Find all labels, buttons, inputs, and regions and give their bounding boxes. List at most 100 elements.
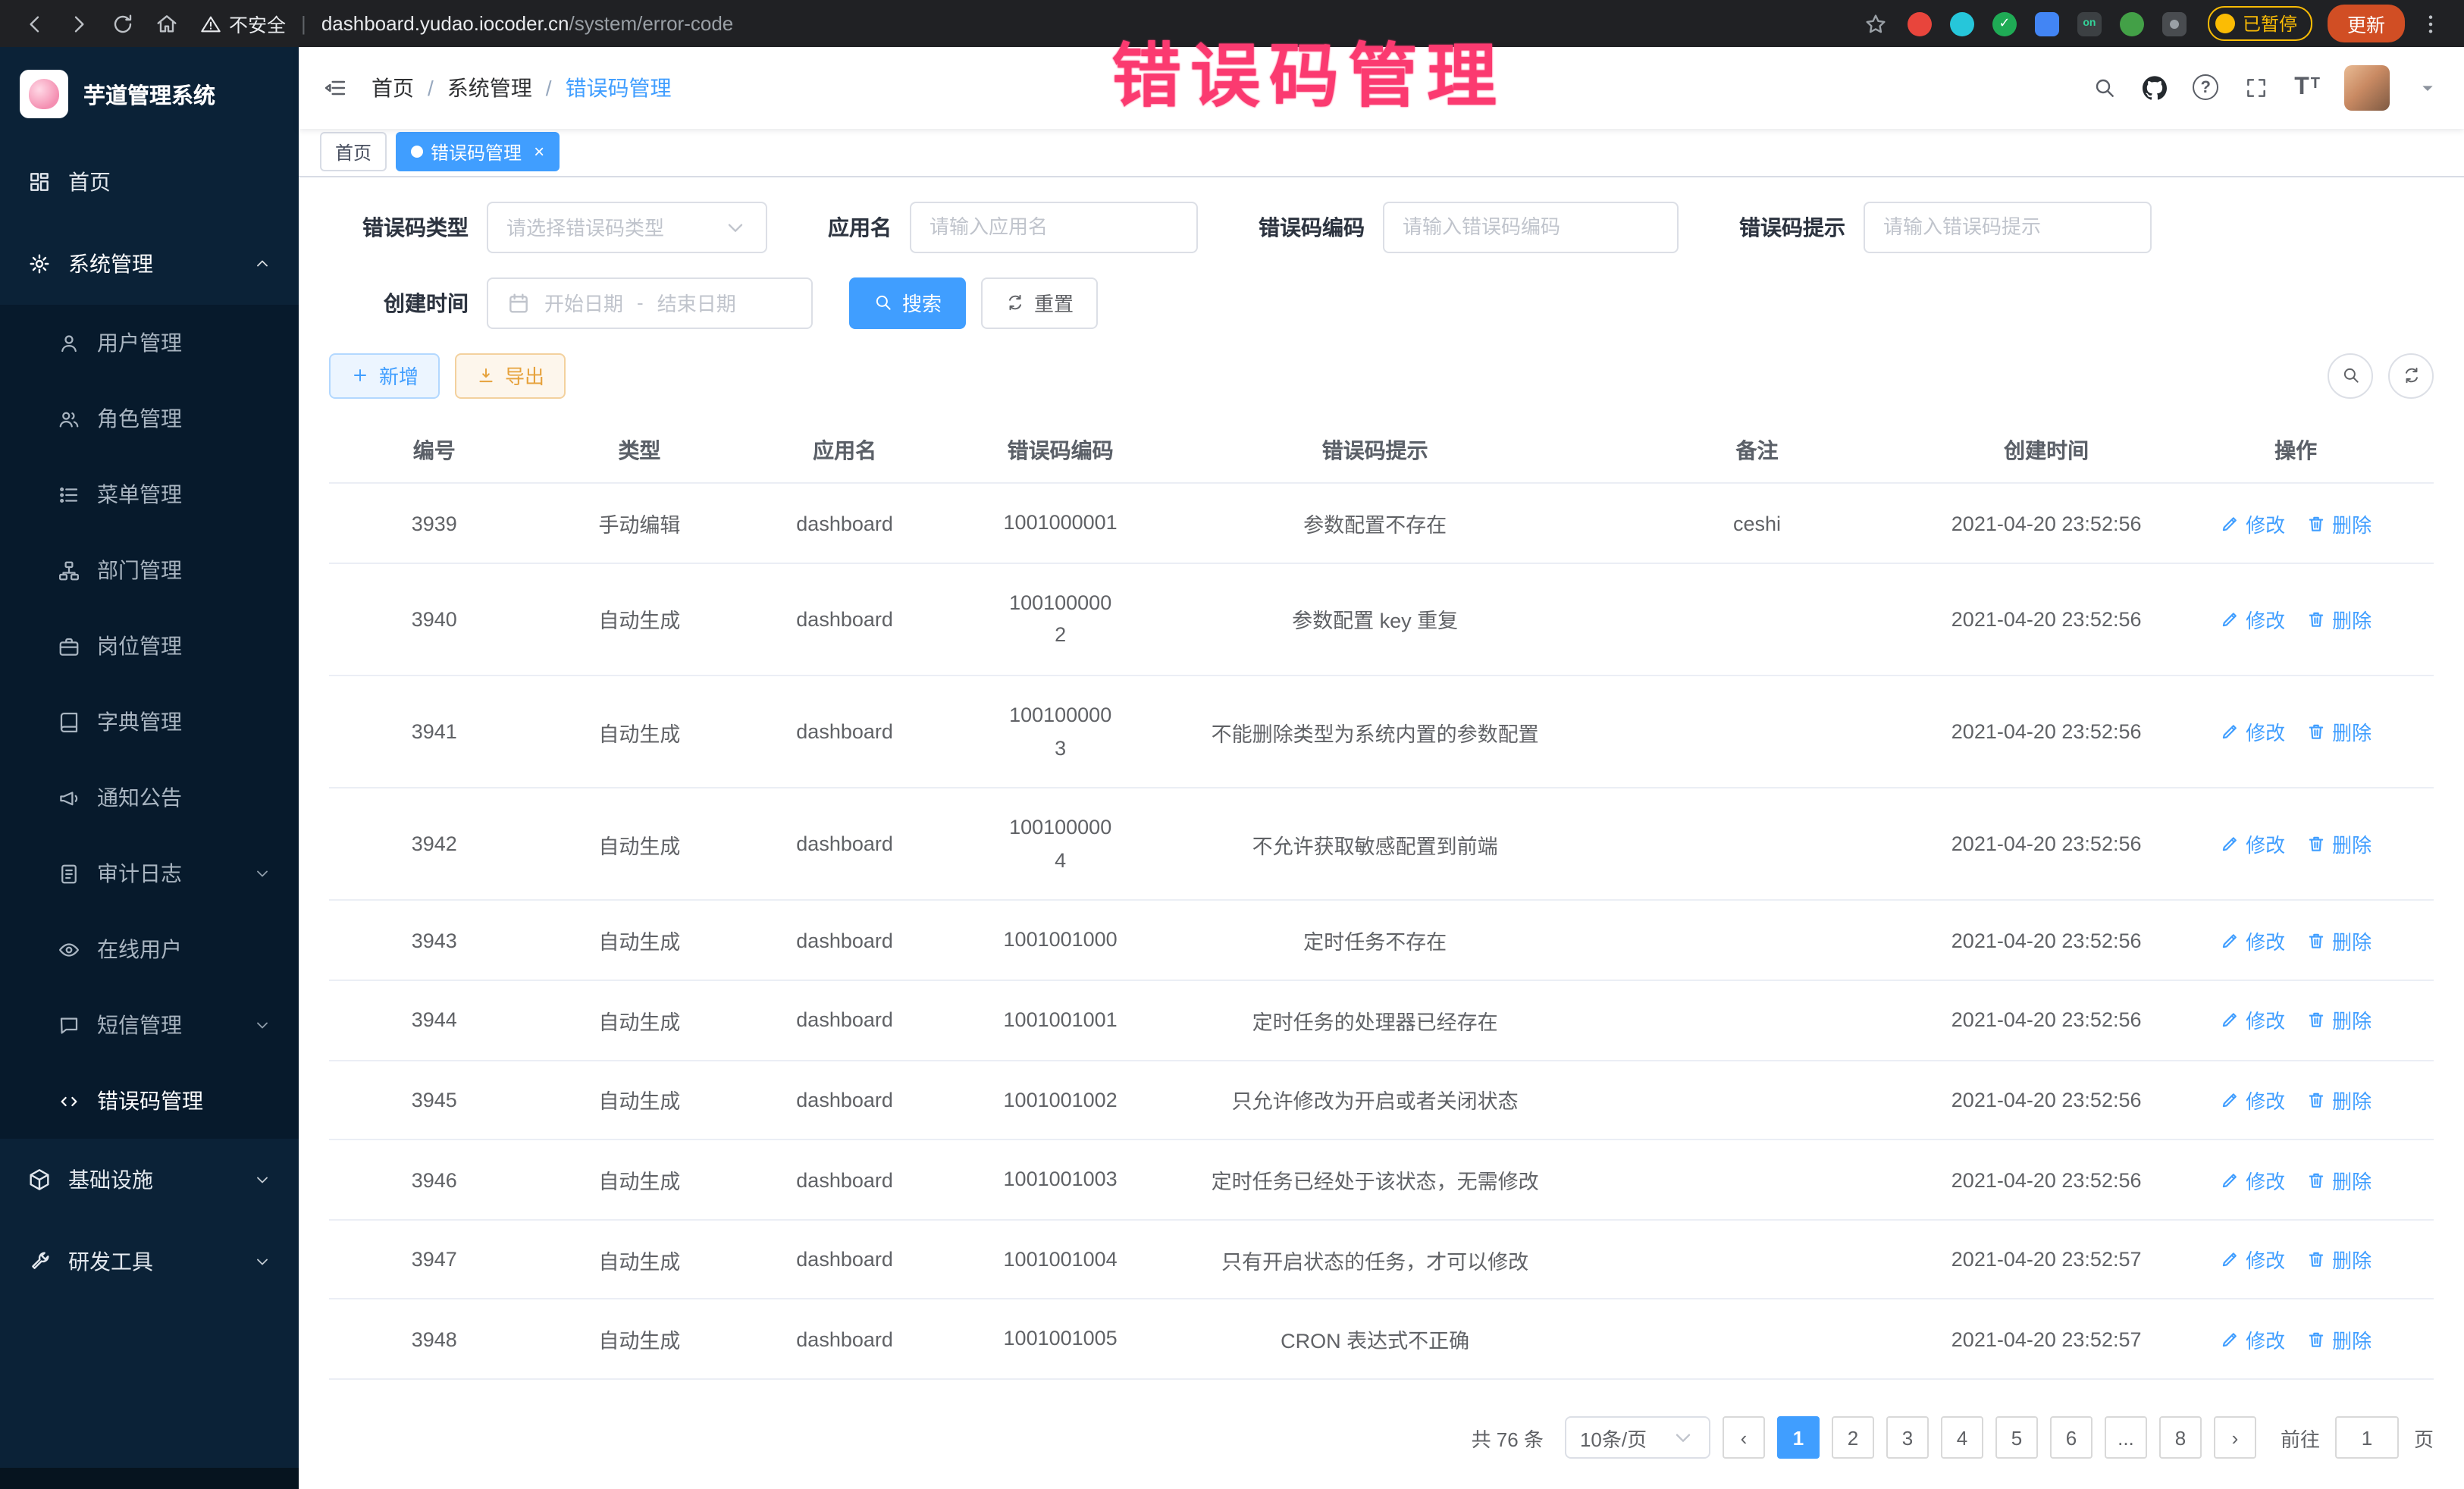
edit-link[interactable]: 修改 <box>2220 1086 2285 1114</box>
next-page-button[interactable]: › <box>2214 1416 2256 1459</box>
sidebar-item-post-mgmt[interactable]: 岗位管理 <box>0 608 299 684</box>
user-avatar[interactable] <box>2344 65 2390 111</box>
cell-time: 2021-04-20 23:52:56 <box>1935 1139 2158 1219</box>
delete-link[interactable]: 删除 <box>2306 830 2372 859</box>
sidebar-item-system-mgmt[interactable]: 系统管理 <box>0 223 299 305</box>
pagination: 共 76 条 10条/页 ‹ 1 2 3 4 5 6 ... 8 › 前往 页 <box>329 1416 2434 1489</box>
avatar-caret-icon[interactable] <box>2415 76 2440 100</box>
extension-icon-leaf[interactable] <box>2120 11 2144 36</box>
error-msg-input[interactable] <box>1864 202 2152 253</box>
sidebar-item-sms-mgmt[interactable]: 短信管理 <box>0 987 299 1063</box>
toggle-search-button[interactable] <box>2328 353 2373 399</box>
browser-home-icon[interactable] <box>147 5 185 42</box>
page-button-4[interactable]: 4 <box>1941 1416 1983 1459</box>
extension-icon-teal[interactable] <box>1950 11 1974 36</box>
goto-page-input[interactable] <box>2335 1416 2399 1459</box>
delete-link[interactable]: 删除 <box>2306 1086 2372 1114</box>
font-size-icon[interactable]: TT <box>2294 76 2318 100</box>
edit-icon <box>2220 513 2240 533</box>
url-path: /system/error-code <box>569 12 734 35</box>
edit-link[interactable]: 修改 <box>2220 1324 2285 1353</box>
sidebar-item-user-mgmt[interactable]: 用户管理 <box>0 305 299 381</box>
tab-error-code[interactable]: 错误码管理× <box>396 133 560 172</box>
delete-link[interactable]: 删除 <box>2306 717 2372 746</box>
cell-time: 2021-04-20 23:52:56 <box>1935 901 2158 980</box>
page-button-6[interactable]: 6 <box>2050 1416 2093 1459</box>
extension-icon-on[interactable]: on <box>2077 11 2102 36</box>
sidebar-item-label: 字典管理 <box>97 707 182 737</box>
delete-link[interactable]: 删除 <box>2306 1324 2372 1353</box>
edit-link[interactable]: 修改 <box>2220 926 2285 955</box>
cell-remark <box>1579 563 1935 676</box>
export-button[interactable]: 导出 <box>455 353 566 399</box>
page-button-3[interactable]: 3 <box>1886 1416 1929 1459</box>
bookmark-star-icon[interactable] <box>1857 5 1895 42</box>
sidebar-fold-icon[interactable] <box>323 76 347 100</box>
edit-link[interactable]: 修改 <box>2220 830 2285 859</box>
extension-icon-green-check[interactable]: ✓ <box>1992 11 2017 36</box>
breadcrumb-home[interactable]: 首页 <box>371 73 414 103</box>
prev-page-button[interactable]: ‹ <box>1723 1416 1765 1459</box>
security-indicator[interactable]: 不安全 <box>200 9 286 38</box>
create-time-range[interactable]: 开始日期 - 结束日期 <box>487 277 813 329</box>
sidebar-item-home[interactable]: 首页 <box>0 141 299 223</box>
page-button-1[interactable]: 1 <box>1777 1416 1820 1459</box>
edit-link[interactable]: 修改 <box>2220 605 2285 634</box>
edit-link[interactable]: 修改 <box>2220 717 2285 746</box>
app-name-input[interactable] <box>910 202 1198 253</box>
sidebar-item-dict-mgmt[interactable]: 字典管理 <box>0 684 299 760</box>
page-button-5[interactable]: 5 <box>1995 1416 2038 1459</box>
delete-link[interactable]: 删除 <box>2306 926 2372 955</box>
delete-link[interactable]: 删除 <box>2306 1245 2372 1274</box>
sidebar-item-audit-log[interactable]: 审计日志 <box>0 835 299 911</box>
cell-remark <box>1579 1220 1935 1299</box>
page-size-select[interactable]: 10条/页 <box>1565 1416 1710 1459</box>
edit-link[interactable]: 修改 <box>2220 509 2285 538</box>
sidebar-item-notice[interactable]: 通知公告 <box>0 760 299 835</box>
edit-link[interactable]: 修改 <box>2220 1006 2285 1035</box>
tab-home[interactable]: 首页 <box>320 133 387 172</box>
sidebar-item-menu-mgmt[interactable]: 菜单管理 <box>0 456 299 532</box>
page-button-2[interactable]: 2 <box>1832 1416 1874 1459</box>
delete-link[interactable]: 删除 <box>2306 1165 2372 1194</box>
refresh-table-button[interactable] <box>2388 353 2434 399</box>
profile-paused-badge[interactable]: 已暂停 <box>2208 6 2312 41</box>
fullscreen-icon[interactable] <box>2244 76 2268 100</box>
sidebar-item-error-code-mgmt[interactable]: 错误码管理 <box>0 1063 299 1139</box>
sidebar-item-online-users[interactable]: 在线用户 <box>0 911 299 987</box>
browser-forward-icon[interactable] <box>59 5 97 42</box>
cell-type: 自动生成 <box>540 901 740 980</box>
sidebar-item-role-mgmt[interactable]: 角色管理 <box>0 381 299 456</box>
help-icon[interactable]: ? <box>2193 75 2218 101</box>
search-button[interactable]: 搜索 <box>849 277 966 329</box>
sidebar-item-infrastructure[interactable]: 基础设施 <box>0 1139 299 1221</box>
browser-menu-icon[interactable] <box>2411 5 2449 42</box>
sidebar-item-dev-tools[interactable]: 研发工具 <box>0 1221 299 1302</box>
breadcrumb-system[interactable]: 系统管理 <box>447 73 532 103</box>
edit-icon <box>2220 1329 2240 1349</box>
edit-link[interactable]: 修改 <box>2220 1245 2285 1274</box>
page-button-8[interactable]: 8 <box>2159 1416 2202 1459</box>
extension-icon-red[interactable] <box>1908 11 1932 36</box>
error-type-select[interactable]: 请选择错误码类型 <box>487 202 767 253</box>
browser-update-button[interactable]: 更新 <box>2328 5 2405 42</box>
extension-icon-blue[interactable] <box>2035 11 2059 36</box>
edit-link[interactable]: 修改 <box>2220 1165 2285 1194</box>
extensions-puzzle-icon[interactable] <box>2162 11 2187 36</box>
error-msg-label: 错误码提示 <box>1739 212 1845 243</box>
address-bar[interactable]: dashboard.yudao.iocoder.cn/system/error-… <box>321 12 733 35</box>
browser-back-icon[interactable] <box>15 5 53 42</box>
delete-link[interactable]: 删除 <box>2306 605 2372 634</box>
page-ellipsis-button[interactable]: ... <box>2105 1416 2147 1459</box>
tab-close-icon[interactable]: × <box>534 142 544 163</box>
delete-link[interactable]: 删除 <box>2306 1006 2372 1035</box>
reset-button[interactable]: 重置 <box>981 277 1098 329</box>
sidebar-item-dept-mgmt[interactable]: 部门管理 <box>0 532 299 608</box>
header-search-icon[interactable] <box>2093 76 2117 100</box>
github-icon[interactable] <box>2143 76 2167 100</box>
delete-link[interactable]: 删除 <box>2306 509 2372 538</box>
error-code-input[interactable] <box>1383 202 1679 253</box>
add-button[interactable]: 新增 <box>329 353 440 399</box>
browser-reload-icon[interactable] <box>103 5 141 42</box>
cube-icon <box>27 1168 52 1192</box>
